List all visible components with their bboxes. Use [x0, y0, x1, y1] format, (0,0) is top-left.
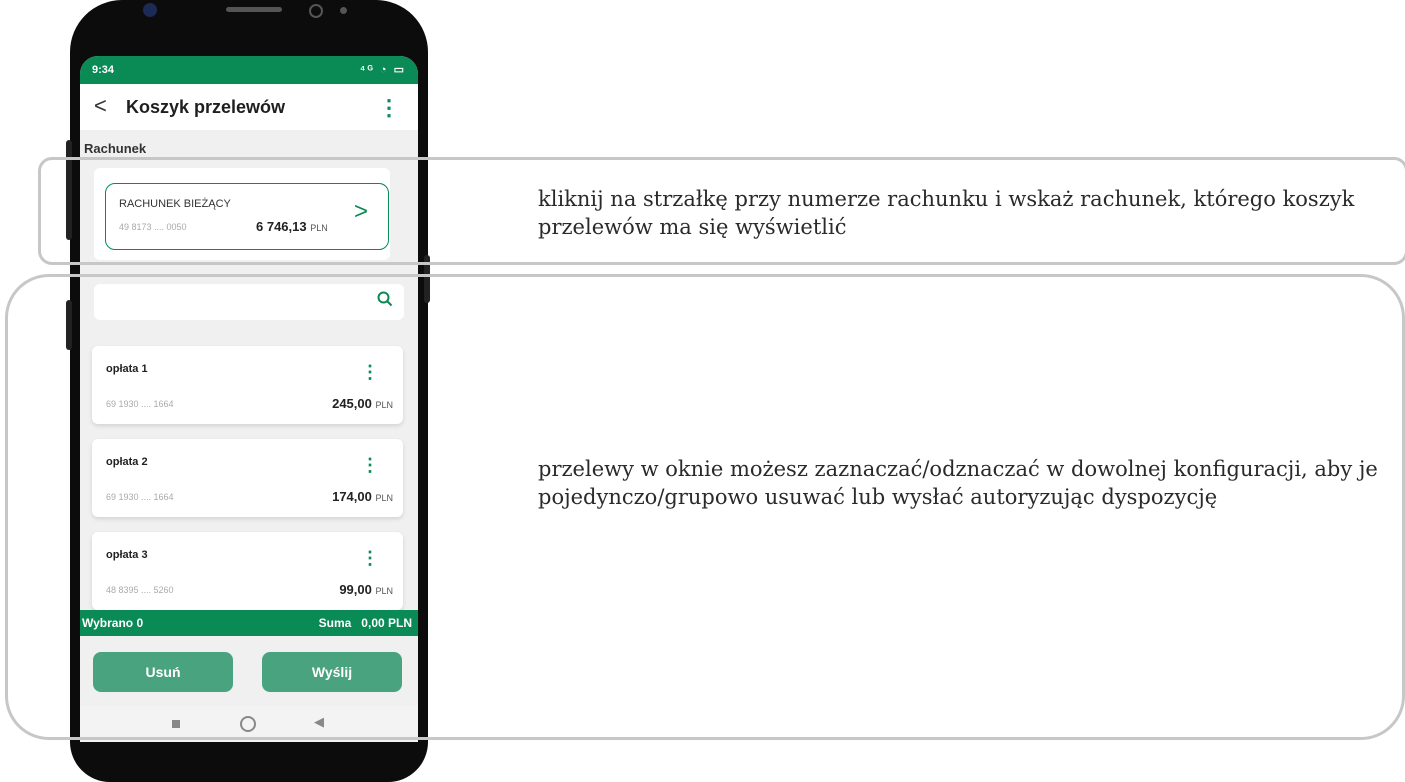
- camera-icon: [143, 3, 157, 17]
- account-annotation: kliknij na strzałkę przy numerze rachunk…: [538, 187, 1355, 239]
- page-title: Koszyk przelewów: [126, 97, 286, 117]
- account-section-label: Rachunek: [84, 141, 147, 156]
- status-bar: 9:34 ⁴ᴳ ◔ ▭: [80, 56, 418, 84]
- overflow-menu-icon[interactable]: ⋮: [378, 95, 400, 121]
- sensor-dot-icon: [340, 7, 347, 14]
- status-time: 9:34: [92, 64, 115, 76]
- speaker-grille: [226, 7, 282, 12]
- app-bar: < Koszyk przelewów ⋮: [80, 84, 418, 130]
- back-arrow-icon[interactable]: <: [94, 93, 107, 119]
- list-annotation: przelewy w oknie możesz zaznaczać/odznac…: [538, 457, 1378, 509]
- status-icons: ⁴ᴳ ◔ ▭: [359, 64, 406, 76]
- sensor-icon: [309, 4, 323, 18]
